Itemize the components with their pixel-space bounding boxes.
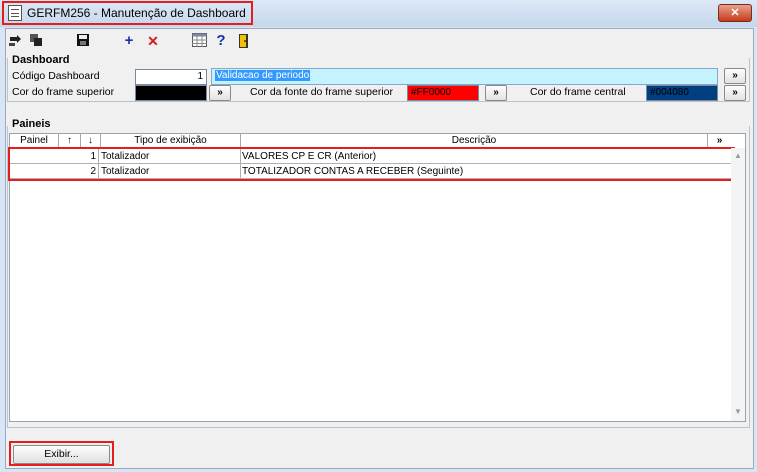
vertical-scrollbar[interactable] [731, 148, 745, 421]
save-icon[interactable] [75, 33, 91, 49]
scroll-down-icon[interactable]: ▼ [731, 406, 745, 418]
cor-fonte-button[interactable]: » [485, 85, 507, 101]
col-header-descricao[interactable]: Descrição [241, 134, 708, 148]
cor-frame-central-label: Cor do frame central [530, 86, 626, 98]
app-document-icon [8, 5, 22, 21]
dashboard-group-title: Dashboard [11, 54, 71, 66]
scroll-up-icon[interactable]: ▲ [731, 150, 745, 162]
col-header-move-down[interactable]: ↓ [81, 134, 101, 148]
copy-icon[interactable] [28, 33, 44, 49]
col-header-painel[interactable]: Painel [10, 134, 59, 148]
cor-frame-central-button[interactable]: » [724, 85, 746, 101]
codigo-label: Código Dashboard [12, 70, 100, 82]
col-header-tipo[interactable]: Tipo de exibição [101, 134, 241, 148]
descricao-input[interactable]: Validacao de periodo [211, 68, 718, 85]
cor-frame-superior-label: Cor do frame superior [12, 86, 115, 98]
col-header-move-up[interactable]: ↑ [59, 134, 81, 148]
rows-highlight [8, 147, 735, 181]
add-icon[interactable]: + [121, 33, 137, 49]
cor-frame-superior-button[interactable]: » [209, 85, 231, 101]
help-icon[interactable]: ? [213, 33, 229, 49]
delete-icon[interactable]: ✕ [145, 33, 161, 49]
export-icon[interactable] [7, 33, 23, 49]
cor-frame-central-input[interactable]: #004080 [646, 85, 718, 101]
exit-icon[interactable] [236, 33, 252, 49]
cor-frame-superior-input[interactable] [135, 85, 207, 101]
window-title: GERFM256 - Manutenção de Dashboard [27, 6, 246, 20]
cor-fonte-label: Cor da fonte do frame superior [250, 86, 393, 98]
paineis-group-title: Paineis [11, 118, 52, 130]
col-header-more[interactable]: » [708, 134, 731, 148]
exibir-highlight [9, 441, 114, 466]
descricao-more-button[interactable]: » [724, 68, 746, 84]
close-button[interactable]: ✕ [718, 4, 752, 22]
descricao-selected-text: Validacao de periodo [215, 70, 311, 81]
codigo-input[interactable]: 1 [135, 69, 207, 85]
grid-icon[interactable] [191, 33, 207, 49]
cor-fonte-input[interactable]: #FF0000 [407, 85, 479, 101]
window: GERFM256 - Manutenção de Dashboard ✕ + ✕… [0, 0, 757, 472]
